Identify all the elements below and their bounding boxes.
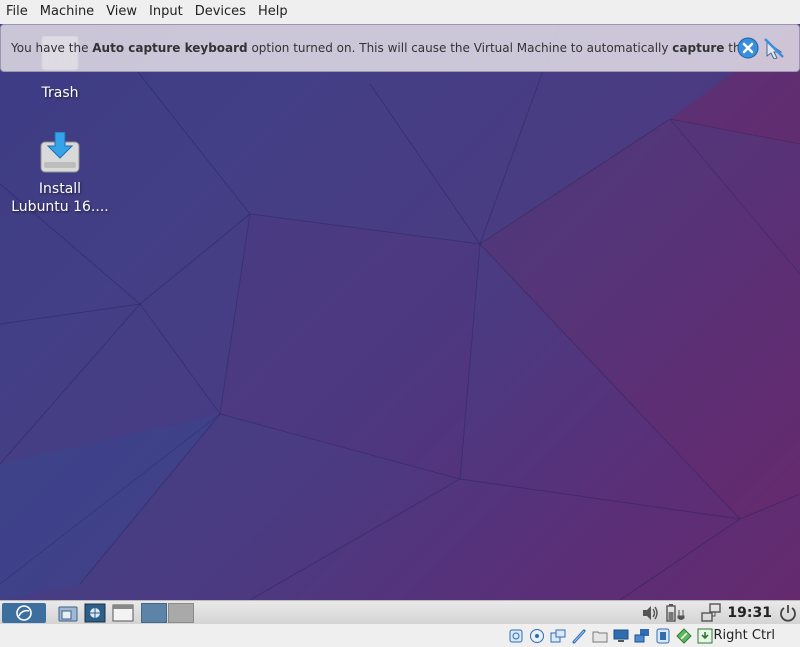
battery-plug-icon[interactable] [664, 603, 688, 623]
workspace-2[interactable] [168, 603, 194, 623]
desktop-icon-label-line1: Install [38, 181, 82, 197]
usb-icon[interactable] [571, 628, 587, 644]
file-manager-icon[interactable] [58, 603, 78, 623]
close-notice-icon[interactable] [737, 37, 759, 59]
mouse-integration-icon[interactable] [697, 628, 713, 644]
menu-view[interactable]: View [100, 0, 143, 24]
menu-help[interactable]: Help [252, 0, 294, 24]
notice-text: You have the Auto capture keyboard optio… [11, 41, 748, 55]
wallpaper [0, 24, 800, 600]
vm-statusbar: Right Ctrl [0, 624, 800, 647]
desktop-icon-label-line2: Lubuntu 16.... [11, 199, 109, 215]
shared-folders-icon[interactable] [592, 628, 608, 644]
host-key-label[interactable]: Right Ctrl [714, 624, 776, 647]
disable-notice-icon[interactable] [763, 37, 785, 60]
volume-icon[interactable] [640, 603, 660, 623]
clock[interactable]: 19:31 [727, 601, 772, 625]
menu-devices[interactable]: Devices [189, 0, 252, 24]
recording-icon[interactable] [655, 628, 671, 644]
network-adapter-icon[interactable] [634, 628, 650, 644]
install-icon [39, 131, 81, 174]
desktop-icon-label: Trash [41, 85, 79, 101]
audio-icon[interactable] [550, 628, 566, 644]
taskbar-panel: 19:31 [0, 600, 800, 624]
power-icon[interactable] [778, 603, 798, 623]
virtualization-icon[interactable] [676, 628, 692, 644]
optical-drive-icon[interactable] [529, 628, 545, 644]
menubar: File Machine View Input Devices Help [0, 0, 800, 24]
menu-machine[interactable]: Machine [34, 0, 100, 24]
show-desktop-icon[interactable] [112, 603, 134, 623]
hard-disk-icon[interactable] [508, 628, 524, 644]
menu-file[interactable]: File [0, 0, 34, 24]
desktop-icon-install[interactable]: Install Lubuntu 16.... [10, 131, 110, 216]
workspace-1[interactable] [141, 603, 167, 623]
network-icon[interactable] [700, 603, 722, 623]
menu-input[interactable]: Input [143, 0, 189, 24]
display-icon[interactable] [613, 628, 629, 644]
guest-desktop[interactable]: Trash Install Lubuntu 16.... [0, 24, 800, 600]
web-browser-icon[interactable] [84, 603, 106, 623]
auto-capture-notice: You have the Auto capture keyboard optio… [0, 24, 800, 72]
start-menu-icon[interactable] [2, 603, 46, 623]
